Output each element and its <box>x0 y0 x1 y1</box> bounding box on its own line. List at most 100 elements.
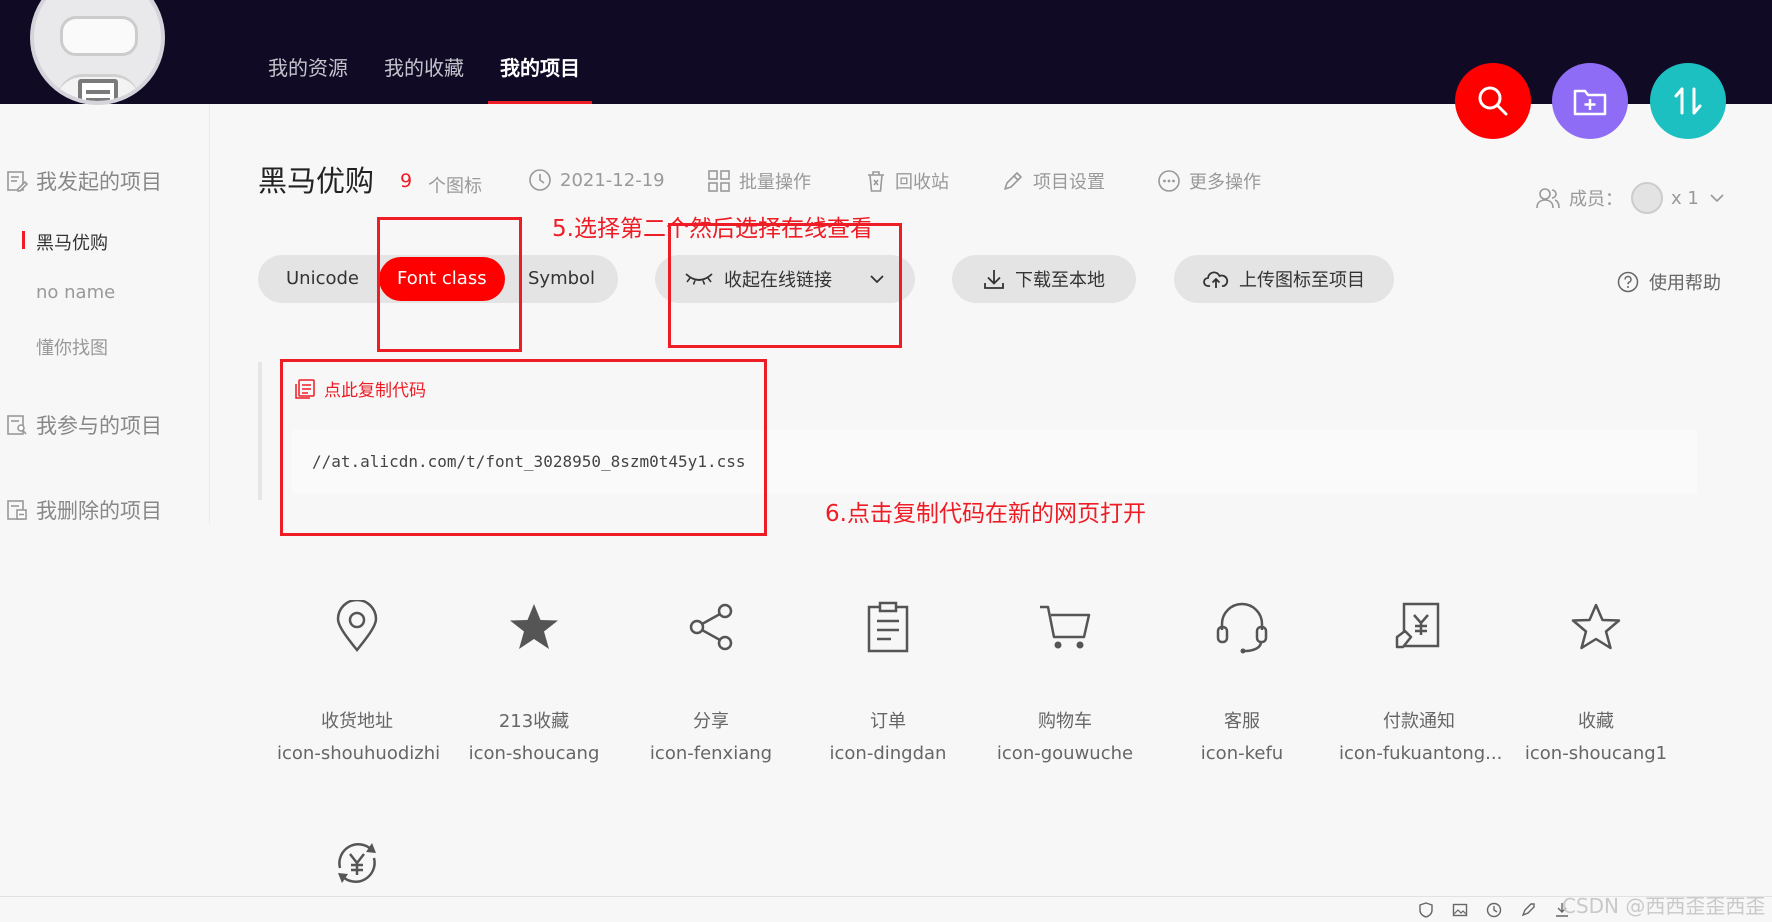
icon-card[interactable]: 分享 icon-fenxiang <box>631 597 791 764</box>
icon-card[interactable]: 收货地址 icon-shouhuodizhi <box>277 597 441 764</box>
sort-button[interactable] <box>1650 63 1726 139</box>
annotation-box-copy-code <box>280 359 767 536</box>
sort-arrows-icon <box>1674 87 1702 115</box>
question-icon <box>1617 271 1639 293</box>
annotation-step5: 5.选择第二个然后选择在线查看 <box>552 216 873 242</box>
icon-card[interactable]: 收藏 icon-shoucang1 <box>1516 597 1676 764</box>
sidebar-project-heima[interactable]: 黑马优购 <box>36 229 108 255</box>
recycle-bin-button[interactable]: 回收站 <box>865 168 949 194</box>
rocket-icon[interactable] <box>1520 902 1536 918</box>
trash-icon <box>868 171 884 192</box>
icon-card[interactable]: 客服 icon-kefu <box>1162 597 1322 764</box>
user-avatar[interactable] <box>30 0 165 105</box>
grid-icon <box>708 170 730 192</box>
search-button[interactable] <box>1455 63 1531 139</box>
sidebar-group-deleted[interactable]: 我删除的项目 <box>6 495 162 525</box>
shield-icon[interactable] <box>1418 902 1434 918</box>
share-icon <box>689 603 733 651</box>
bottom-divider <box>0 896 1772 897</box>
location-pin-icon <box>336 600 378 652</box>
more-operations-button[interactable]: 更多操作 <box>1157 168 1261 194</box>
icon-code: icon-shoucang <box>468 743 600 764</box>
add-folder-button[interactable] <box>1552 63 1628 139</box>
help-link[interactable]: 使用帮助 <box>1617 269 1721 295</box>
sidebar-group-joined-label: 我参与的项目 <box>36 414 162 438</box>
main-nav: 我的资源 我的收藏 我的项目 <box>250 0 598 104</box>
sidebar-project-noname[interactable]: no name <box>36 282 115 303</box>
upload-icons-label: 上传图标至项目 <box>1239 270 1365 291</box>
active-project-marker <box>22 231 25 249</box>
icon-card[interactable]: 订单 icon-dingdan <box>808 597 968 764</box>
clock-icon <box>529 169 551 191</box>
icon-code: icon-kefu <box>1200 743 1284 764</box>
icon-card[interactable]: 213收藏 icon-shoucang <box>454 597 614 764</box>
icon-name: 分享 <box>693 711 729 732</box>
browser-status-icons <box>1418 902 1570 918</box>
order-clipboard-icon <box>867 601 909 653</box>
headset-icon <box>1216 602 1268 654</box>
members-dropdown[interactable]: 成员： x 1 <box>1535 182 1727 214</box>
sidebar-group-deleted-label: 我删除的项目 <box>36 499 162 523</box>
more-operations-label: 更多操作 <box>1189 172 1261 193</box>
icon-count: 9 <box>400 170 413 192</box>
batch-operations-button[interactable]: 批量操作 <box>707 168 811 194</box>
nav-my-favorites[interactable]: 我的收藏 <box>366 0 482 104</box>
sidebar-group-started[interactable]: 我发起的项目 <box>6 166 162 196</box>
icon-code: icon-dingdan <box>829 743 947 764</box>
icon-name: 付款通知 <box>1383 711 1455 732</box>
icon-name: 213收藏 <box>498 711 570 732</box>
search-icon <box>1478 86 1508 116</box>
upload-icons-button[interactable]: 上传图标至项目 <box>1174 255 1394 303</box>
icon-code: icon-fenxiang <box>649 743 773 764</box>
payment-notice-icon <box>1395 602 1440 649</box>
csdn-watermark: CSDN @西西歪歪西歪 <box>1562 894 1766 918</box>
members-count: x 1 <box>1671 187 1699 209</box>
batch-operations-label: 批量操作 <box>739 172 811 193</box>
icon-code: icon-shouhuodizhi <box>277 743 441 764</box>
avatar-helmet <box>60 16 138 56</box>
edit-doc-icon <box>7 171 28 192</box>
tab-symbol[interactable]: Symbol <box>528 255 595 303</box>
icon-card[interactable]: 购物车 icon-gouwuche <box>985 597 1145 764</box>
members-label: 成员： <box>1569 189 1623 210</box>
nav-my-projects[interactable]: 我的项目 <box>482 0 598 104</box>
icon-card[interactable] <box>277 833 437 893</box>
cloud-upload-icon <box>1203 271 1229 288</box>
project-title: 黑马优购 <box>258 164 375 198</box>
download-local-label: 下载至本地 <box>1015 270 1105 291</box>
shopping-cart-icon <box>1040 605 1091 649</box>
yuan-exchange-icon <box>338 843 376 883</box>
project-date: 2021-12-19 <box>528 168 665 192</box>
doc-user-icon <box>7 415 27 435</box>
members-icon <box>1536 188 1560 209</box>
project-date-text: 2021-12-19 <box>560 169 665 191</box>
icon-name: 购物车 <box>1038 711 1092 732</box>
folder-add-icon <box>1573 89 1607 116</box>
icon-card[interactable]: 付款通知 icon-fukuantong... <box>1339 597 1503 764</box>
icon-code: icon-fukuantong... <box>1339 743 1503 764</box>
more-dots-icon <box>1158 170 1180 192</box>
nav-my-resources[interactable]: 我的资源 <box>250 0 366 104</box>
pencil-icon <box>1004 172 1022 190</box>
tab-unicode[interactable]: Unicode <box>286 255 359 303</box>
icon-name: 收藏 <box>1578 711 1614 732</box>
chevron-down-icon <box>1710 194 1724 203</box>
image-icon[interactable] <box>1452 902 1468 918</box>
icon-name: 客服 <box>1224 711 1260 732</box>
download-icon <box>984 270 1004 289</box>
project-settings-button[interactable]: 项目设置 <box>1001 168 1105 194</box>
annotation-step6: 6.点击复制代码在新的网页打开 <box>825 501 1146 527</box>
download-local-button[interactable]: 下载至本地 <box>952 255 1136 303</box>
star-outline-icon <box>1571 603 1621 650</box>
doc-deleted-icon <box>7 500 27 520</box>
icon-count-label: 个图标 <box>428 176 482 197</box>
avatar-panel <box>77 79 118 101</box>
recycle-bin-label: 回收站 <box>895 172 949 193</box>
history-icon[interactable] <box>1486 902 1502 918</box>
icon-code: icon-gouwuche <box>996 743 1134 764</box>
star-filled-icon <box>510 604 558 649</box>
sidebar-group-joined[interactable]: 我参与的项目 <box>6 410 162 440</box>
annotation-box-font-class <box>377 217 522 352</box>
sidebar-project-dongni[interactable]: 懂你找图 <box>36 334 108 360</box>
help-label: 使用帮助 <box>1649 273 1721 294</box>
